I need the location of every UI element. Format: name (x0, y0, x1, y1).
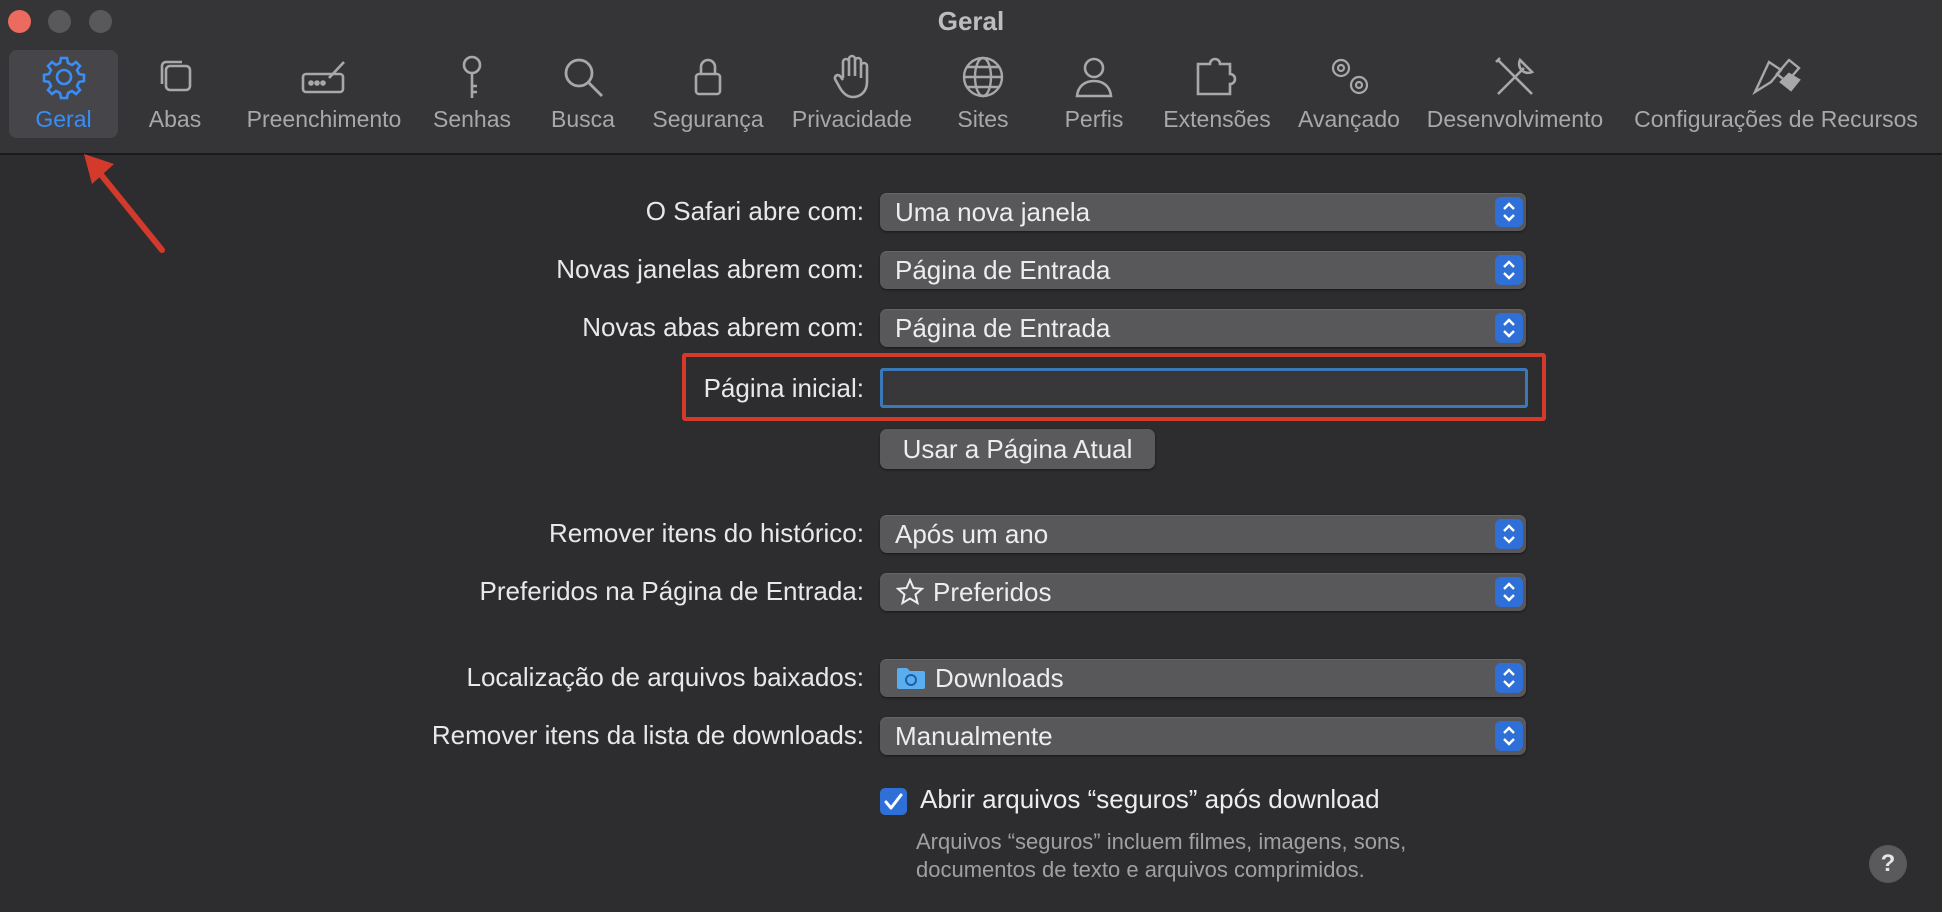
new-windows-label: Novas janelas abrem com: (556, 254, 864, 284)
tab-seguranca[interactable]: Segurança (652, 50, 764, 138)
tab-label: Extensões (1163, 106, 1271, 132)
flags-icon (1752, 58, 1801, 96)
popup-value: Página de Entrada (895, 312, 1111, 343)
tab-senhas[interactable]: Senhas (433, 50, 511, 138)
use-current-page-button[interactable]: Usar a Página Atual (880, 429, 1155, 469)
popup-value: Manualmente (895, 720, 1053, 751)
window-title: Geral (937, 6, 1005, 36)
checkmark-icon (884, 793, 903, 810)
help-button[interactable]: ? (1869, 845, 1907, 883)
chevron-updown-icon (1503, 318, 1515, 338)
gear-icon (42, 56, 85, 100)
tab-sites[interactable]: Sites (955, 50, 1011, 138)
popup-value: Preferidos (880, 577, 1052, 608)
annotation-arrow (84, 154, 165, 253)
open-safe-files-description: Arquivos “seguros” incluem filmes, image… (916, 828, 1406, 884)
safari-opens-with-label: O Safari abre com: (645, 196, 864, 226)
popup-stepper (1495, 663, 1523, 693)
tab-label: Desenvolvimento (1426, 106, 1604, 132)
remove-history-label: Remover itens do histórico: (548, 518, 864, 548)
tab-label: Privacidade (791, 106, 913, 132)
favorites-popup[interactable]: Preferidos (880, 573, 1526, 611)
tab-desenvolvimento[interactable]: Desenvolvimento (1424, 50, 1606, 138)
titlebar: Geral Geral Abas Preenchimento Senhas Bu… (0, 0, 1942, 155)
popup-stepper (1495, 255, 1523, 285)
popup-value: Página de Entrada (895, 254, 1111, 285)
description-line: Arquivos “seguros” incluem filmes, image… (916, 829, 1407, 854)
download-location-value: Downloads (935, 662, 1064, 693)
remove-downloads-popup[interactable]: Manualmente (880, 717, 1526, 755)
lock-icon (694, 58, 722, 96)
open-safe-files-checkbox[interactable] (880, 788, 907, 815)
tab-label: Sites (957, 106, 1009, 132)
safari-opens-with-popup[interactable]: Uma nova janela (880, 193, 1526, 231)
popup-stepper (1495, 313, 1523, 343)
tab-label: Abas (148, 106, 202, 132)
tab-label: Senhas (433, 106, 512, 132)
gears-icon (1331, 58, 1369, 95)
download-location-label: Localização de arquivos baixados: (466, 662, 864, 692)
star-icon (895, 577, 925, 606)
tab-extensoes[interactable]: Extensões (1162, 50, 1272, 138)
homepage-input[interactable] (880, 368, 1528, 408)
tab-label: Avançado (1298, 106, 1400, 132)
hand-icon (833, 54, 869, 99)
favorites-value: Preferidos (933, 576, 1052, 607)
tab-label: Configurações de Recursos (1634, 106, 1918, 132)
person-icon (1075, 57, 1113, 98)
new-windows-popup[interactable]: Página de Entrada (880, 251, 1526, 289)
popup-stepper (1495, 577, 1523, 607)
tab-configuracoes-recursos[interactable]: Configurações de Recursos (1630, 50, 1922, 138)
popup-stepper (1495, 197, 1523, 227)
tab-perfis[interactable]: Perfis (1063, 50, 1125, 138)
chevron-updown-icon (1503, 668, 1515, 688)
tab-label: Busca (551, 106, 615, 132)
popup-stepper (1495, 721, 1523, 751)
chevron-updown-icon (1503, 582, 1515, 602)
tab-abas[interactable]: Abas (140, 50, 210, 138)
popup-value: Após um ano (895, 518, 1049, 549)
chevron-updown-icon (1503, 524, 1515, 544)
favorites-label: Preferidos na Página de Entrada: (479, 576, 864, 606)
tab-geral[interactable]: Geral (9, 50, 118, 138)
remove-history-popup[interactable]: Após um ano (880, 515, 1526, 553)
new-tabs-label: Novas abas abrem com: (582, 312, 864, 342)
globe-icon (962, 56, 1004, 98)
key-icon (462, 55, 482, 98)
chevron-updown-icon (1503, 260, 1515, 280)
tab-preenchimento[interactable]: Preenchimento (244, 50, 404, 138)
tab-label: Perfis (1064, 106, 1124, 132)
homepage-label: Página inicial: (703, 373, 864, 403)
popup-stepper (1495, 519, 1523, 549)
tab-label: Segurança (652, 106, 764, 132)
tab-privacidade[interactable]: Privacidade (790, 50, 914, 138)
tools-icon (1495, 57, 1535, 95)
chevron-updown-icon (1503, 202, 1515, 222)
autofill-icon (301, 61, 345, 94)
tab-label: Preenchimento (246, 106, 402, 132)
search-icon (564, 58, 603, 97)
tab-avancado[interactable]: Avançado (1296, 50, 1402, 138)
open-safe-files-label: Abrir arquivos “seguros” após download (920, 784, 1380, 814)
tab-busca[interactable]: Busca (550, 50, 616, 138)
download-location-popup[interactable]: Downloads (880, 659, 1526, 697)
remove-downloads-label: Remover itens da lista de downloads: (431, 720, 864, 750)
tab-label: Geral (35, 106, 92, 132)
description-line: documentos de texto e arquivos comprimid… (916, 857, 1365, 882)
popup-value: Downloads (880, 663, 1064, 694)
tabs-icon (160, 60, 192, 92)
chevron-updown-icon (1503, 726, 1515, 746)
puzzle-icon (1196, 57, 1237, 96)
folder-icon (897, 668, 925, 689)
popup-value: Uma nova janela (895, 196, 1091, 227)
new-tabs-popup[interactable]: Página de Entrada (880, 309, 1526, 347)
